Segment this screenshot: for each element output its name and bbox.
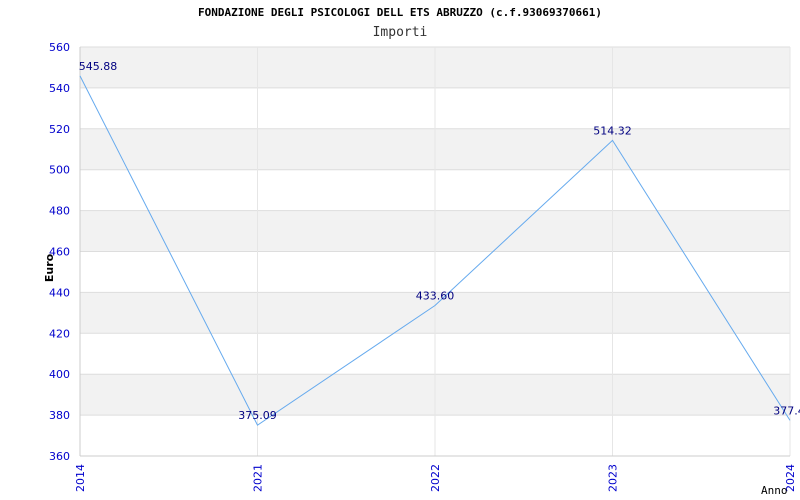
- data-label: 375.09: [238, 409, 277, 422]
- y-tick-label: 420: [49, 327, 70, 340]
- y-tick-label: 380: [49, 409, 70, 422]
- x-tick-label: 2021: [252, 464, 265, 492]
- y-axis-label: Euro: [43, 253, 56, 282]
- y-tick-label: 560: [49, 41, 70, 54]
- y-tick-label: 500: [49, 164, 70, 177]
- x-tick-label: 2014: [74, 464, 87, 492]
- y-tick-label: 480: [49, 205, 70, 218]
- data-label: 514.32: [593, 124, 632, 137]
- y-tick-label: 440: [49, 286, 70, 299]
- data-label: 433.60: [416, 289, 455, 302]
- data-label: 545.88: [79, 60, 118, 73]
- data-label: 377.4: [773, 404, 800, 417]
- y-tick-label: 540: [49, 82, 70, 95]
- y-tick-label: 520: [49, 123, 70, 136]
- x-tick-label: 2023: [607, 464, 620, 492]
- y-tick-label: 400: [49, 368, 70, 381]
- x-tick-label: 2022: [429, 464, 442, 492]
- y-tick-label: 360: [49, 450, 70, 463]
- x-axis-label: Anno: [761, 484, 788, 497]
- line-chart: 360380400420440460480500520540560 2014 20…: [43, 41, 800, 497]
